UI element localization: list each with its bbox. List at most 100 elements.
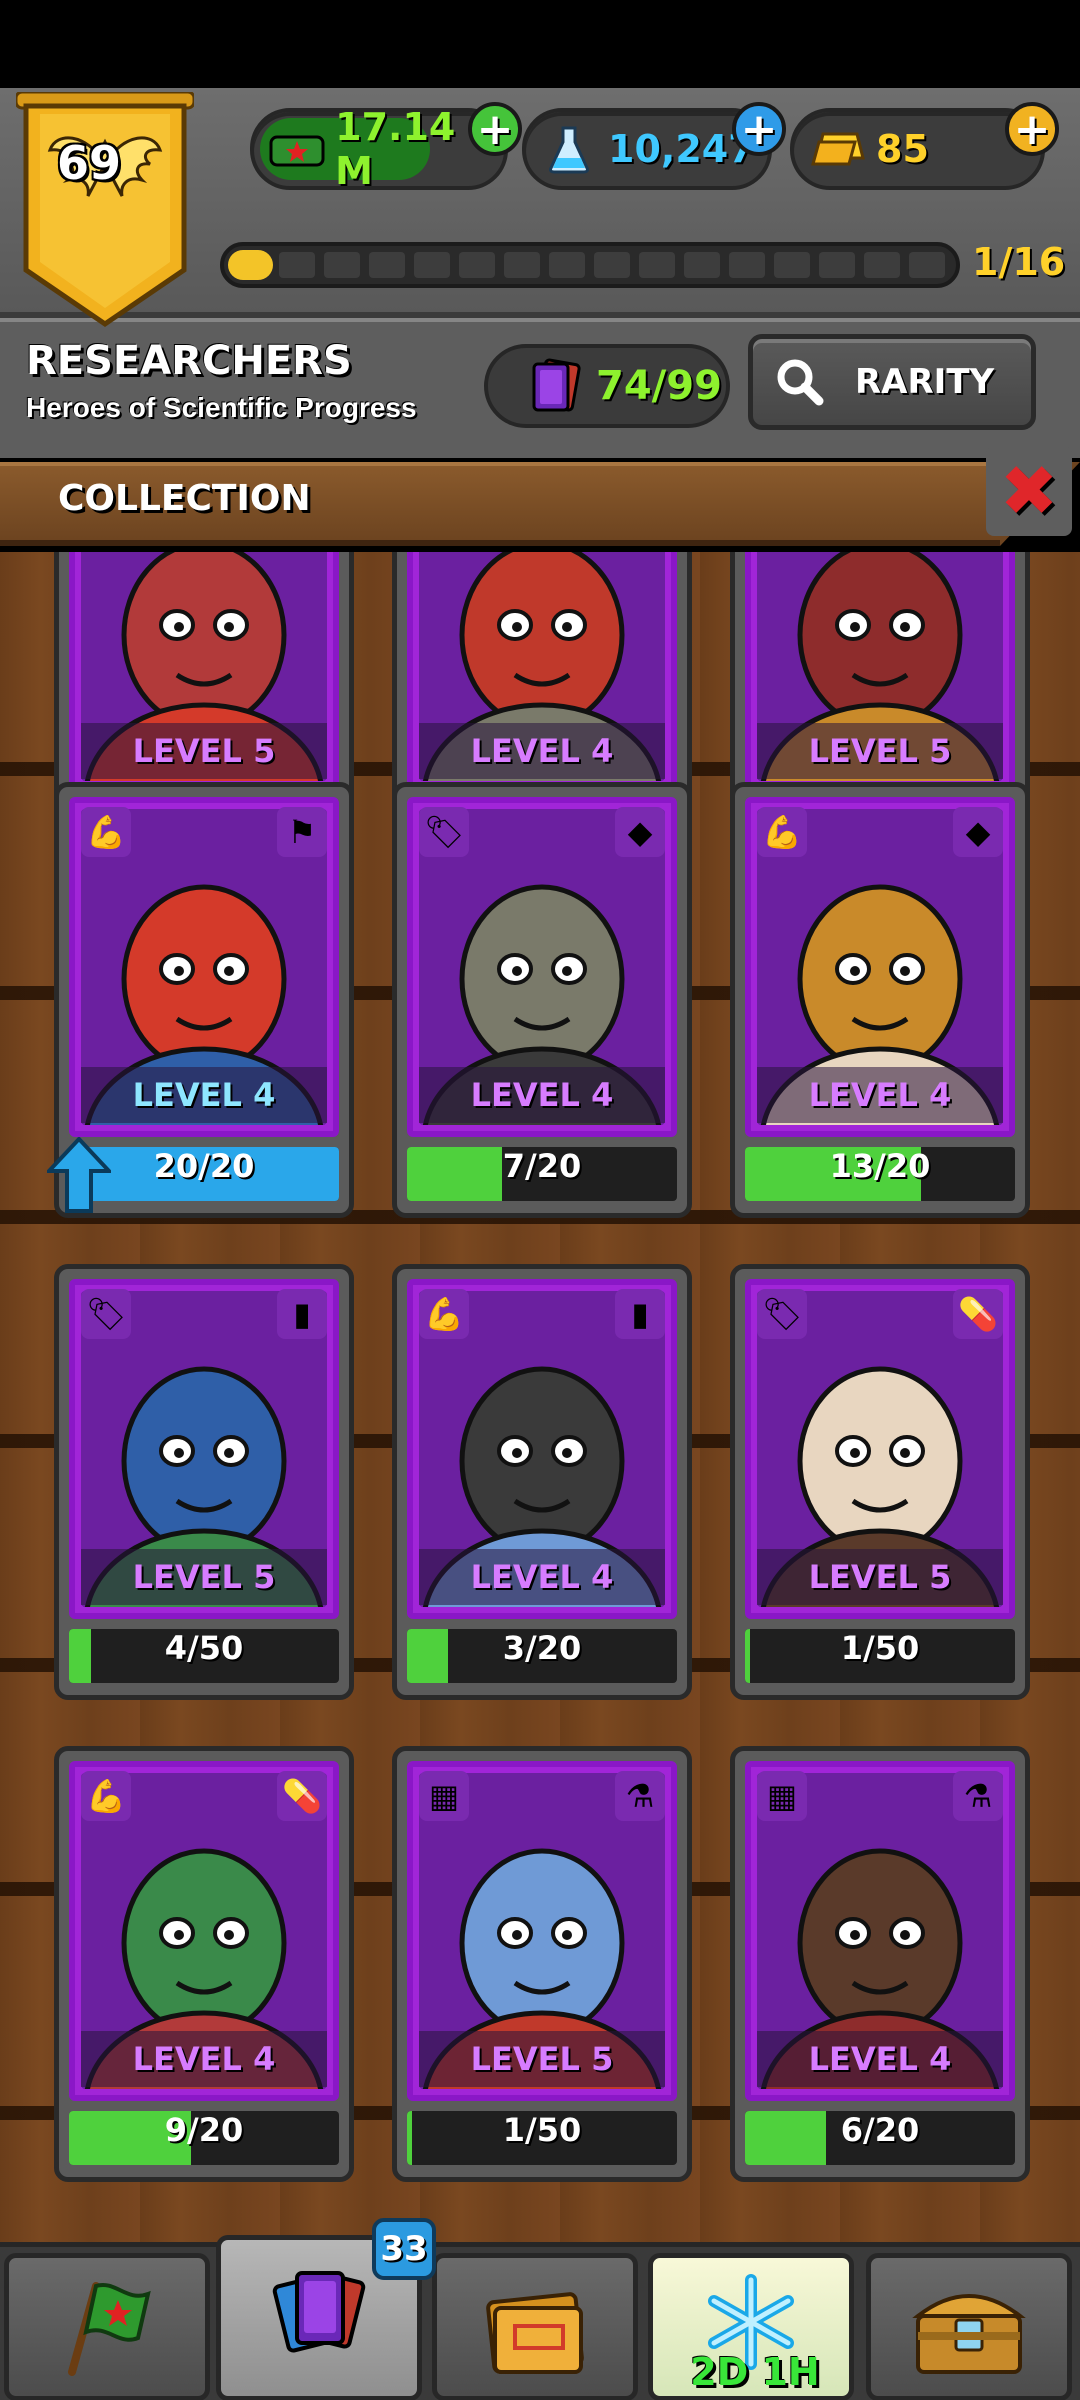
rock-icon: ◆	[953, 807, 1003, 857]
xp-segment	[324, 252, 360, 278]
card-level-label: LEVEL 4	[81, 2031, 327, 2087]
muscle-icon: 💪	[757, 807, 807, 857]
chip-icon: ▦	[419, 1771, 469, 1821]
xp-segment	[684, 252, 720, 278]
card-level-label: LEVEL 5	[419, 2031, 665, 2087]
flask-icon	[540, 125, 598, 174]
science-counter[interactable]: 10,247 +	[522, 102, 786, 190]
flask-icon: ⚗	[953, 1771, 1003, 1821]
muscle-icon: 💪	[81, 807, 131, 857]
flag-icon: ⚑	[277, 807, 327, 857]
card-progress-text: 13/20	[829, 1147, 931, 1185]
xp-segment	[279, 252, 315, 278]
money-cap-icon	[268, 125, 325, 173]
collection-title: RESEARCHERS	[26, 338, 352, 384]
card-progress-text: 1/50	[840, 1629, 920, 1667]
card-progress-bar: 13/20	[745, 1147, 1015, 1201]
card-progress-bar: 3/20	[407, 1629, 677, 1683]
card-progress-text: 4/50	[164, 1629, 244, 1667]
card-progress-bar: 4/50	[69, 1629, 339, 1683]
card-level-label: LEVEL 4	[757, 2031, 1003, 2087]
xp-segment	[594, 252, 630, 278]
card-progress-text: 1/50	[502, 2111, 582, 2149]
gold-value: 85	[876, 127, 929, 171]
card-level-label: LEVEL 5	[81, 1549, 327, 1605]
tag-icon: 🏷	[757, 1289, 807, 1339]
xp-segment	[819, 252, 855, 278]
rarity-label: RARITY	[855, 362, 995, 402]
xp-segment	[504, 252, 540, 278]
status-bar	[0, 0, 1080, 88]
money-counter[interactable]: 17.14 M +	[250, 102, 522, 193]
collection-tab-label: COLLECTION	[58, 478, 311, 519]
hero-card[interactable]: LEVEL 4 💪 ◆ 13/20	[730, 782, 1030, 1218]
hero-portrait: LEVEL 4	[407, 552, 677, 793]
cards-icon	[532, 358, 581, 412]
card-level-label: LEVEL 4	[419, 1549, 665, 1605]
hero-card[interactable]: LEVEL 4 💪 ▮ 3/20	[392, 1264, 692, 1700]
xp-segment	[864, 252, 900, 278]
xp-segment	[459, 252, 495, 278]
add-gold-button[interactable]: +	[1005, 102, 1059, 156]
card-progress-bar: 7/20	[407, 1147, 677, 1201]
search-icon	[777, 359, 824, 406]
card-grid[interactable]: LEVEL 57/50LEVEL 414/20LEVEL 52/50LEVEL …	[0, 552, 1080, 2242]
card-level-label: LEVEL 5	[757, 1549, 1003, 1605]
xp-segment	[909, 252, 945, 278]
hero-card[interactable]: LEVEL 5 🏷 💊 1/50	[730, 1264, 1030, 1700]
ammo-icon: ▮	[615, 1289, 665, 1339]
card-count-value: 74/99	[596, 363, 722, 409]
nav-missions-button[interactable]	[432, 2253, 638, 2400]
card-progress-text: 7/20	[502, 1147, 582, 1185]
treasure-chest-icon	[912, 2294, 1026, 2374]
hero-card[interactable]: LEVEL 4 ▦ ⚗ 6/20	[730, 1746, 1030, 2182]
player-level-banner[interactable]	[16, 92, 194, 332]
gold-bar-icon	[808, 125, 866, 173]
card-level-label: LEVEL 5	[757, 723, 1003, 779]
hero-card[interactable]: LEVEL 4 💪 ⚑ 20/20	[44, 782, 354, 1218]
card-level-label: LEVEL 4	[419, 723, 665, 779]
ammo-icon: ▮	[277, 1289, 327, 1339]
xp-segment	[549, 252, 585, 278]
rarity-sort-button[interactable]: RARITY	[748, 334, 1036, 430]
card-progress-text: 3/20	[502, 1629, 582, 1667]
cards-icon	[272, 2271, 366, 2353]
hero-portrait: LEVEL 5	[69, 552, 339, 793]
card-progress-bar: 6/20	[745, 2111, 1015, 2165]
hero-card[interactable]: LEVEL 5 ▦ ⚗ 1/50	[392, 1746, 692, 2182]
folder-icon	[486, 2292, 584, 2374]
gold-counter[interactable]: 85 +	[790, 102, 1059, 190]
close-icon[interactable]: ✖	[986, 446, 1072, 536]
hero-card[interactable]: LEVEL 5 🏷 ▮ 4/50	[54, 1264, 354, 1700]
card-level-label: LEVEL 4	[81, 1067, 327, 1123]
collection-subtitle: Heroes of Scientific Progress	[26, 392, 417, 423]
card-level-label: LEVEL 4	[757, 1067, 1003, 1123]
hero-card[interactable]: LEVEL 4 🏷 ◆ 7/20	[392, 782, 692, 1218]
xp-segment	[774, 252, 810, 278]
chip-icon: ▦	[757, 1771, 807, 1821]
xp-progress-bar	[220, 242, 960, 288]
card-progress-bar: 9/20	[69, 2111, 339, 2165]
tag-icon: 🏷	[81, 1289, 131, 1339]
card-progress-text: 9/20	[164, 2111, 244, 2149]
xp-progress-text: 1/16	[972, 240, 1066, 284]
xp-segment	[639, 252, 675, 278]
hero-card[interactable]: LEVEL 4 💪 💊 9/20	[54, 1746, 354, 2182]
nav-chests-button[interactable]	[866, 2253, 1072, 2400]
add-science-button[interactable]: +	[732, 102, 786, 156]
xp-progress-fill	[228, 250, 274, 280]
upgrade-arrow-icon[interactable]	[44, 1136, 114, 1213]
xp-segment	[369, 252, 405, 278]
pill-icon: 💊	[953, 1289, 1003, 1339]
flask-icon: ⚗	[615, 1771, 665, 1821]
xp-segment	[729, 252, 765, 278]
card-count-pill: 74/99	[484, 344, 730, 428]
money-value: 17.14 M	[335, 105, 456, 193]
rock-icon: ◆	[615, 807, 665, 857]
nav-map-button[interactable]	[4, 2253, 210, 2400]
muscle-icon: 💪	[419, 1289, 469, 1339]
muscle-icon: 💪	[81, 1771, 131, 1821]
card-progress-text: 6/20	[840, 2111, 920, 2149]
hero-portrait: LEVEL 5	[745, 552, 1015, 793]
cards-notification-badge: 33	[372, 2218, 436, 2280]
